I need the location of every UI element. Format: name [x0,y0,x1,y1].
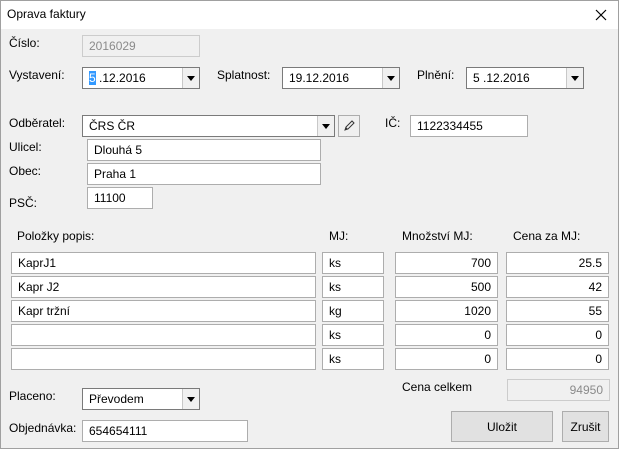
placeno-value: Převodem [89,392,144,406]
plneni-label: Plnění: [417,68,455,82]
item-popis-field[interactable] [11,324,316,346]
close-icon [595,9,607,21]
window-title: Oprava faktury [7,7,86,21]
item-mj-field[interactable]: ks [322,252,384,274]
col-header-mnozstvi: Množství MJ: [402,229,473,243]
plneni-value: 5 .12.2016 [473,71,530,85]
item-cena-field[interactable]: 25.5 [506,252,609,274]
vystaveni-label: Vystavení: [9,68,65,82]
col-header-mj: MJ: [329,229,349,243]
splatnost-dropdown-button[interactable] [382,68,399,88]
ic-label: IČ: [385,116,401,130]
objednavka-label: Objednávka: [9,421,77,435]
item-mj-field[interactable]: ks [322,276,384,298]
chevron-down-icon [387,75,395,81]
edit-customer-button[interactable] [338,115,360,137]
obec-label: Obec: [9,164,42,178]
vystaveni-date-rest: .12.2016 [95,71,146,85]
title-bar: Oprava faktury [1,1,618,29]
item-mj-field[interactable]: kg [322,300,384,322]
splatnost-label: Splatnost: [217,68,271,82]
item-cena-field[interactable]: 0 [506,348,609,370]
item-cena-field[interactable]: 42 [506,276,609,298]
chevron-down-icon [571,75,579,81]
item-mnozstvi-field[interactable]: 0 [395,348,498,370]
item-popis-field[interactable]: Kapr J2 [11,276,316,298]
item-popis-field[interactable]: Kapr tržní [11,300,316,322]
item-mnozstvi-field[interactable]: 1020 [395,300,498,322]
plneni-date-picker[interactable]: 5 .12.2016 [466,67,584,89]
chevron-down-icon [322,123,330,129]
item-popis-field[interactable]: KaprJ1 [11,252,316,274]
objednavka-field[interactable]: 654654111 [82,420,248,442]
cena-celkem-label: Cena celkem [402,380,473,394]
cena-celkem-field: 94950 [507,379,610,401]
item-mj-field[interactable]: ks [322,348,384,370]
cislo-field: 2016029 [82,35,200,57]
odberatel-dropdown-button[interactable] [317,116,334,136]
cislo-label: Číslo: [9,36,40,50]
ic-field[interactable]: 1122334455 [410,115,528,137]
psc-field[interactable]: 11100 [87,187,153,209]
item-cena-field[interactable]: 55 [506,300,609,322]
col-header-cena: Cena za MJ: [513,229,581,243]
item-mnozstvi-field[interactable]: 500 [395,276,498,298]
item-popis-field[interactable] [11,348,316,370]
odberatel-combo[interactable]: ČRS ČR [82,115,335,137]
placeno-combo[interactable]: Převodem [82,388,200,410]
placeno-dropdown-button[interactable] [182,389,199,409]
odberatel-label: Odběratel: [9,116,66,130]
chevron-down-icon [187,396,195,402]
dialog-window: Oprava faktury Číslo: 2016029 Vystavení:… [0,0,619,449]
save-button[interactable]: Uložit [451,411,553,442]
item-cena-field[interactable]: 0 [506,324,609,346]
col-header-popis: Položky popis: [17,229,95,243]
splatnost-value: 19.12.2016 [289,71,350,85]
plneni-dropdown-button[interactable] [566,68,583,88]
ulice-field[interactable]: Dlouhá 5 [87,139,321,161]
obec-field[interactable]: Praha 1 [87,163,321,185]
pen-icon [344,120,355,131]
vystaveni-dropdown-button[interactable] [182,68,199,88]
vystaveni-day-selected: 5 [89,71,96,85]
close-button[interactable] [584,1,618,29]
item-mj-field[interactable]: ks [322,324,384,346]
cancel-button[interactable]: Zrušit [562,411,609,442]
placeno-label: Placeno: [9,389,56,403]
item-mnozstvi-field[interactable]: 700 [395,252,498,274]
ulice-label: Ulicel: [9,140,42,154]
splatnost-date-picker[interactable]: 19.12.2016 [282,67,400,89]
odberatel-value: ČRS ČR [89,119,136,133]
chevron-down-icon [187,75,195,81]
item-mnozstvi-field[interactable]: 0 [395,324,498,346]
psc-label: PSČ: [9,196,38,210]
vystaveni-date-picker[interactable]: 5 .12.2016 [82,67,200,89]
